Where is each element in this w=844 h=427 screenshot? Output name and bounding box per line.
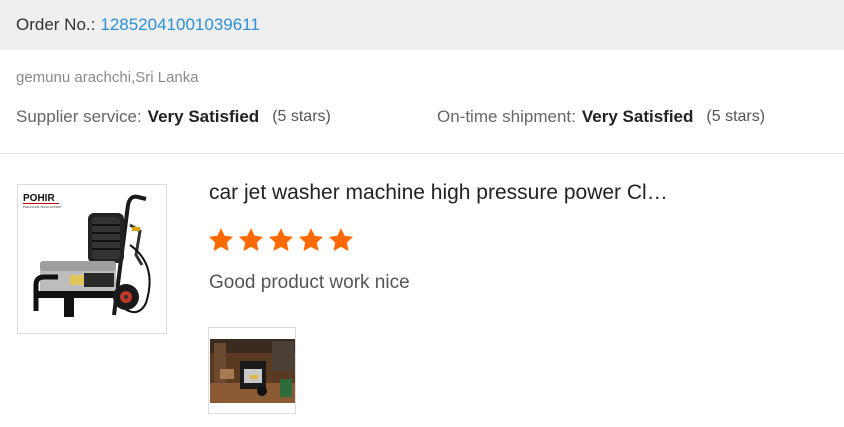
buyer-name-country: gemunu arachchi,Sri Lanka [16, 69, 199, 86]
star-icon [298, 228, 324, 251]
ratings-row: Supplier service: Very Satisfied (5 star… [16, 104, 828, 130]
supplier-service-stars-text: (5 stars) [272, 108, 331, 125]
order-number-link[interactable]: 12852041001039611 [100, 15, 259, 35]
product-thumbnail[interactable]: POHIR PRESSURE WASH EXPERT [17, 184, 167, 334]
review-photo-image [209, 328, 295, 413]
supplier-service-value: Very Satisfied [147, 107, 260, 126]
section-divider [0, 153, 844, 154]
pressure-washer-image: POHIR PRESSURE WASH EXPERT [23, 193, 151, 317]
supplier-service-label: Supplier service: [16, 107, 142, 126]
star-icon [268, 228, 294, 251]
on-time-shipment-rating: On-time shipment: Very Satisfied (5 star… [437, 107, 765, 127]
product-title-link[interactable]: car jet washer machine high pressure pow… [209, 181, 729, 205]
brand-tagline-text: PRESSURE WASH EXPERT [23, 205, 62, 209]
star-icon [208, 228, 234, 251]
review-photo-thumbnail[interactable] [208, 327, 296, 414]
on-time-shipment-label: On-time shipment: [437, 107, 576, 126]
brand-logo-text: POHIR [23, 193, 55, 204]
review-text: Good product work nice [209, 272, 410, 293]
on-time-shipment-value: Very Satisfied [581, 107, 694, 126]
star-icon [238, 228, 264, 251]
order-label: Order No.: [16, 15, 96, 34]
on-time-shipment-stars-text: (5 stars) [706, 108, 766, 125]
supplier-service-rating: Supplier service: Very Satisfied (5 star… [16, 107, 331, 127]
product-star-rating [207, 226, 357, 256]
star-icon [328, 228, 354, 251]
order-header-bar: Order No.: 12852041001039611 [0, 0, 844, 50]
